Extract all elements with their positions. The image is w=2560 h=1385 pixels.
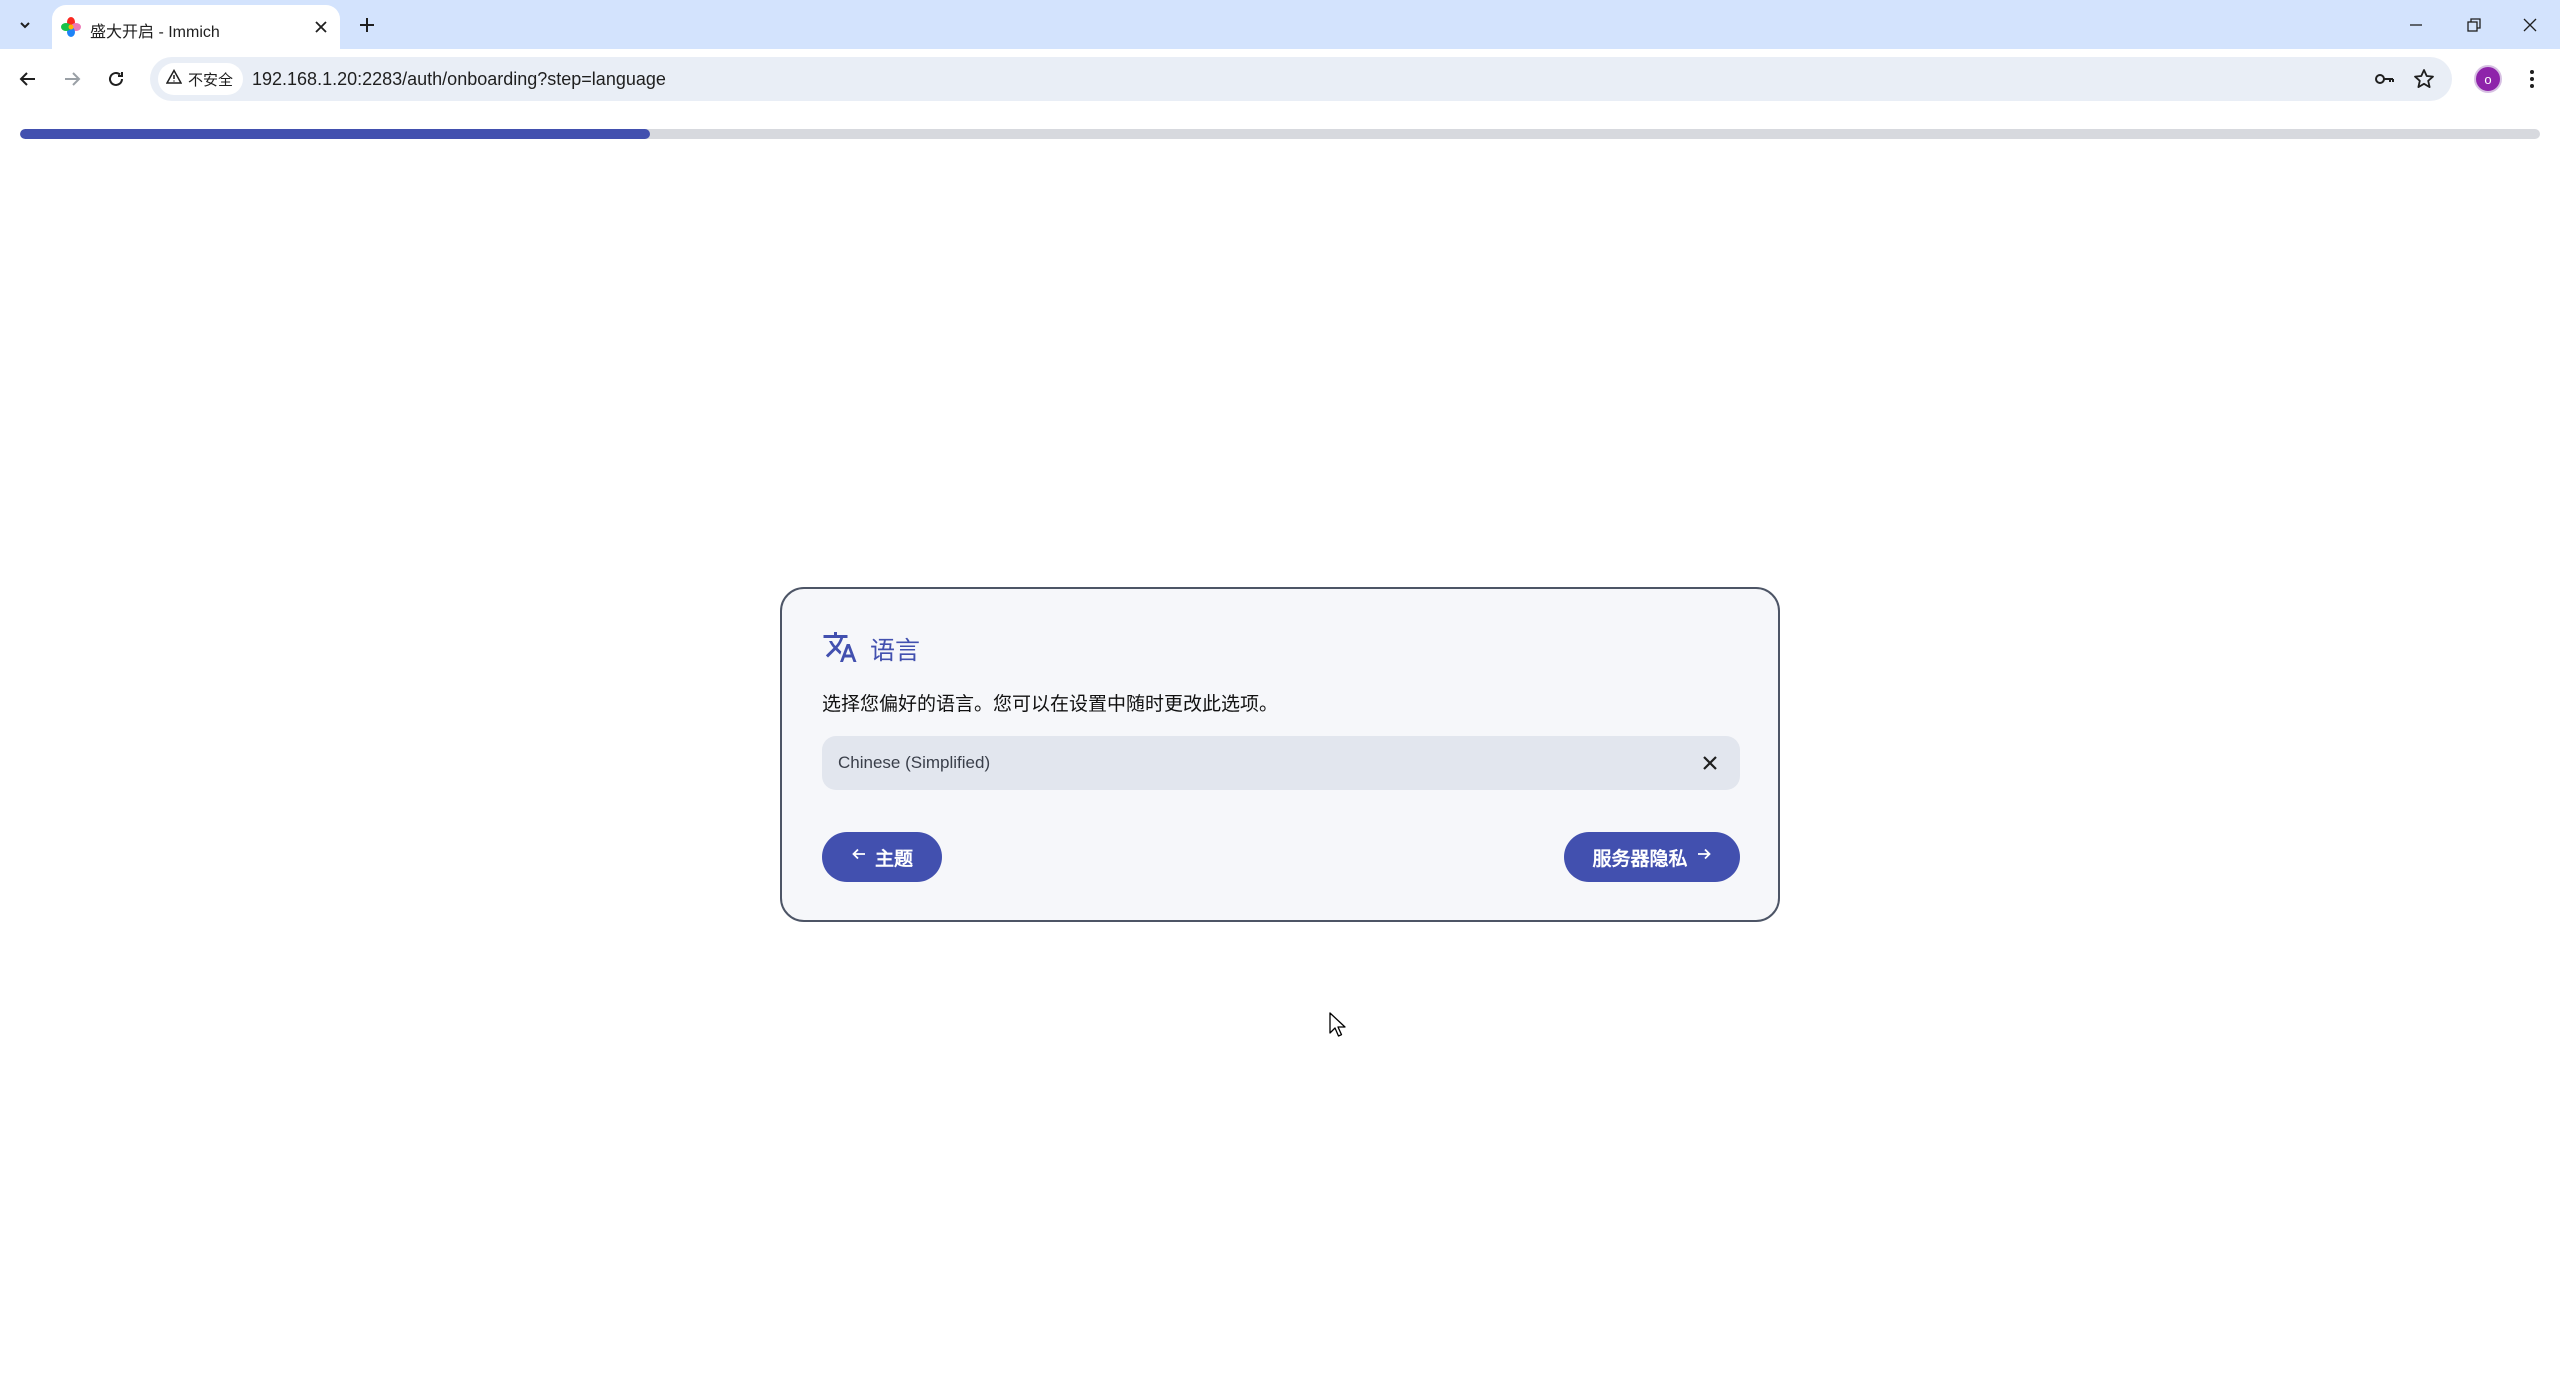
- window-restore-icon[interactable]: [2446, 0, 2502, 49]
- language-onboarding-card: 语言 选择您偏好的语言。您可以在设置中随时更改此选项。 Chinese (Sim…: [780, 587, 1780, 922]
- url-text: 192.168.1.20:2283/auth/onboarding?step=l…: [252, 69, 666, 89]
- window-close-icon[interactable]: [2502, 0, 2558, 49]
- mouse-cursor-icon: [1329, 1012, 1347, 1038]
- back-theme-button[interactable]: 主题: [822, 832, 942, 882]
- arrow-right-icon: [1696, 846, 1712, 868]
- warning-triangle-icon: [165, 68, 183, 90]
- back-button-label: 主题: [874, 848, 913, 870]
- immich-favicon-icon: [60, 16, 82, 38]
- back-arrow-icon[interactable]: [12, 63, 44, 95]
- address-bar[interactable]: 不安全 192.168.1.20:2283/auth/onboarding?st…: [150, 57, 2452, 101]
- card-header: 语言: [822, 629, 920, 669]
- browser-menu-icon[interactable]: [2516, 63, 2548, 95]
- translate-icon: [822, 629, 858, 670]
- next-button-label: 服务器隐私: [1592, 848, 1688, 870]
- browser-toolbar: 不安全 192.168.1.20:2283/auth/onboarding?st…: [0, 49, 2560, 109]
- security-indicator[interactable]: 不安全: [158, 63, 244, 95]
- password-key-icon[interactable]: [2370, 65, 2398, 93]
- bookmark-star-icon[interactable]: [2410, 65, 2438, 93]
- tab-title: 盛大开启 - Immich: [90, 24, 220, 41]
- selected-language: Chinese (Simplified): [838, 753, 991, 772]
- profile-avatar[interactable]: o: [2474, 65, 2502, 93]
- security-label: 不安全: [188, 71, 234, 89]
- tab-close-icon[interactable]: [310, 16, 332, 38]
- forward-arrow-icon[interactable]: [56, 63, 88, 95]
- reload-icon[interactable]: [100, 63, 132, 95]
- onboarding-progress-fill: [20, 129, 650, 139]
- arrow-left-icon: [851, 846, 867, 868]
- new-tab-plus-icon[interactable]: [352, 10, 382, 40]
- window-minimize-icon[interactable]: [2388, 0, 2444, 49]
- onboarding-progress-bar: [20, 129, 2540, 139]
- card-description: 选择您偏好的语言。您可以在设置中随时更改此选项。: [822, 694, 1279, 715]
- browser-tab-active[interactable]: 盛大开启 - Immich: [52, 5, 340, 49]
- next-server-privacy-button[interactable]: 服务器隐私: [1564, 832, 1740, 882]
- card-title: 语言: [870, 637, 921, 665]
- browser-tab-strip: 盛大开启 - Immich: [0, 0, 2560, 49]
- tab-search-chevron-icon[interactable]: [10, 10, 40, 40]
- clear-selection-icon[interactable]: [1698, 751, 1722, 775]
- language-combobox[interactable]: Chinese (Simplified): [822, 736, 1740, 790]
